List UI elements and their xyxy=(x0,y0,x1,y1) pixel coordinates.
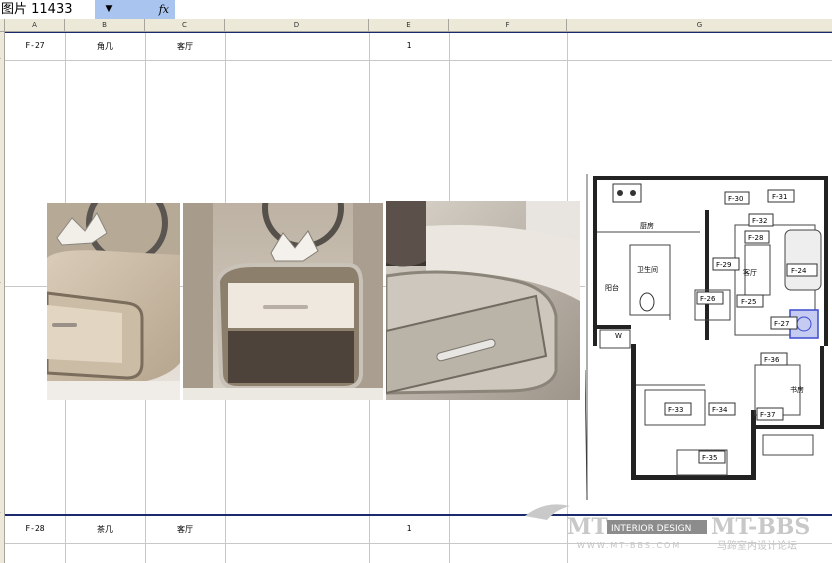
room-label: 卫生间 xyxy=(637,265,658,274)
tag-label: F-31 xyxy=(772,193,787,201)
column-header-bar: A B C D E F G xyxy=(0,19,832,32)
room-label: 厨房 xyxy=(640,221,654,230)
cell-qty[interactable]: 1 xyxy=(369,41,449,50)
column-header-e[interactable]: E xyxy=(369,19,449,31)
tag-label: F-27 xyxy=(774,320,789,328)
tag-label: F-37 xyxy=(760,411,775,419)
cell-room[interactable]: 客厅 xyxy=(145,524,225,535)
tag-label: F-33 xyxy=(668,406,683,414)
product-photo-1[interactable] xyxy=(47,203,180,400)
tag-label: F-35 xyxy=(702,454,717,462)
tag-label: F-26 xyxy=(700,295,716,303)
room-label: 书房 xyxy=(790,385,804,394)
cell-room[interactable]: 客厅 xyxy=(145,41,225,52)
tag-label: F-28 xyxy=(748,234,763,242)
tag-label: F-34 xyxy=(712,406,728,414)
w-label: W xyxy=(615,332,622,340)
grid-line xyxy=(5,60,832,61)
product-photo-3[interactable] xyxy=(386,201,580,400)
row-header-bar: · · · xyxy=(0,32,5,563)
name-box[interactable]: 图片 11433 xyxy=(0,0,95,19)
column-header-c[interactable]: C xyxy=(145,19,225,31)
row-separator xyxy=(5,32,832,33)
cell-name[interactable]: 角几 xyxy=(65,41,145,52)
watermark-mt: MT xyxy=(567,514,608,540)
tag-label: F-29 xyxy=(716,261,731,269)
column-header-f[interactable]: F xyxy=(449,19,567,31)
watermark-url: WWW.MT-BBS.COM xyxy=(577,541,681,550)
tag-label: F-30 xyxy=(728,195,743,203)
cell-name[interactable]: 茶几 xyxy=(65,524,145,535)
floor-plan[interactable]: 厨房 卫生间 客厅 阳台 卧室 书房 W F-30 F-31 F-32 F-28… xyxy=(585,170,832,510)
room-label: 阳台 xyxy=(605,283,619,292)
column-header-a[interactable]: A xyxy=(5,19,65,31)
cell-code[interactable]: F-28 xyxy=(5,524,65,533)
tag-label: F-25 xyxy=(741,298,756,306)
watermark-bbs: MT-BBS xyxy=(711,514,810,540)
fx-icon[interactable]: fx xyxy=(123,0,175,19)
tag-label: F-32 xyxy=(752,217,767,225)
tag-label: F-36 xyxy=(764,356,780,364)
watermark-slogan: 马蹄室内设计论坛 xyxy=(717,539,797,552)
room-label: 客厅 xyxy=(743,268,757,277)
column-header-b[interactable]: B xyxy=(65,19,145,31)
row-marker[interactable]: · xyxy=(0,56,5,62)
tag-label: F-24 xyxy=(791,267,807,275)
formula-input[interactable] xyxy=(175,0,832,19)
cell-code[interactable]: F-27 xyxy=(5,41,65,50)
column-header-d[interactable]: D xyxy=(225,19,369,31)
cell-qty[interactable]: 1 xyxy=(369,524,449,533)
product-photo-2[interactable] xyxy=(183,203,383,400)
watermark-badge: INTERIOR DESIGN xyxy=(611,524,691,534)
watermark-logo: MT INTERIOR DESIGN MT-BBS WWW.MT-BBS.COM… xyxy=(525,504,810,552)
chevron-down-icon[interactable]: ▼ xyxy=(95,0,123,19)
column-header-g[interactable]: G xyxy=(567,19,832,31)
